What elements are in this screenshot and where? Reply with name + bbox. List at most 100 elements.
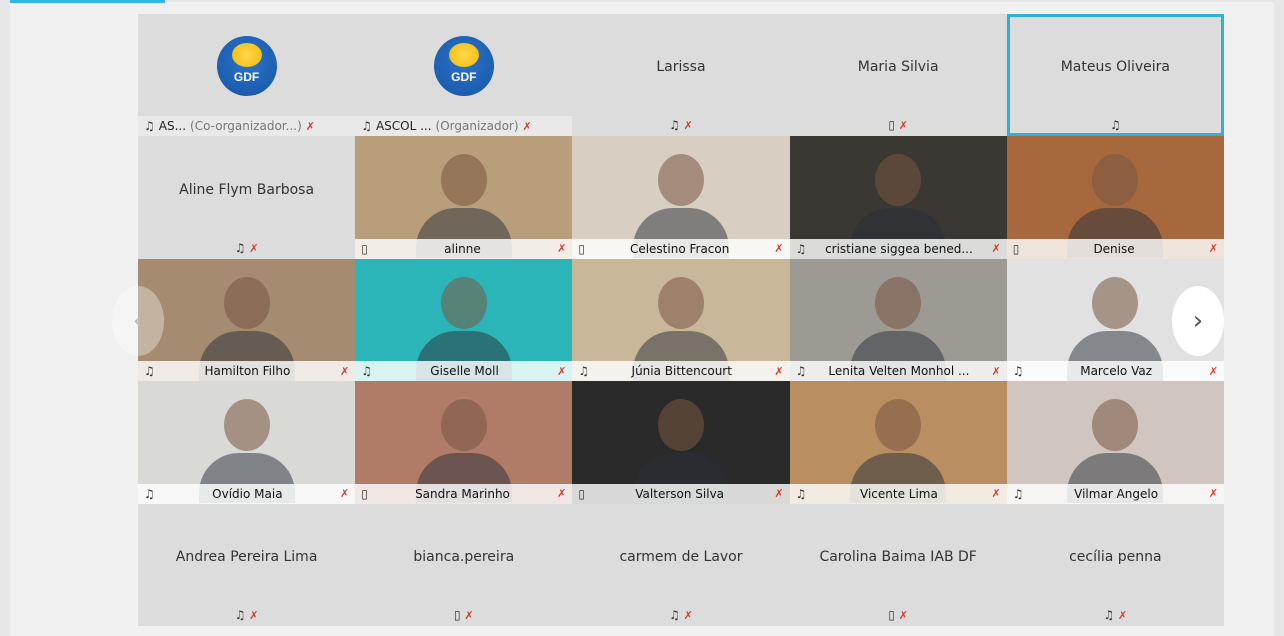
mic-muted-icon: ✗ <box>249 608 259 622</box>
participant-caption: ♫ cristiane siggea bened... ✗ <box>789 238 1007 259</box>
participant-tile[interactable]: ♫ Júnia Bittencourt ✗ <box>572 258 790 382</box>
participant-tile[interactable]: GDF ♫ AS... (Co-organizador...) ✗ <box>138 14 356 137</box>
participant-tile[interactable]: ♫ Vicente Lima ✗ <box>789 381 1007 504</box>
mic-muted-icon: ✗ <box>898 119 908 133</box>
tree-emblem <box>448 43 479 67</box>
participant-tile[interactable]: ♫ Lenita Velten Monhol ... ✗ <box>789 258 1007 382</box>
participant-name: bianca.pereira <box>413 548 515 565</box>
participant-name: Andrea Pereira Lima <box>175 548 318 565</box>
person-head <box>1092 399 1139 452</box>
participant-name: Marcelo Vaz <box>1080 364 1152 379</box>
chevron-left-icon: ‹ <box>132 306 144 336</box>
phone-icon: ▯ <box>361 486 368 501</box>
participant-tile[interactable]: Carolina Baima IAB DF ▯ ✗ <box>789 503 1007 626</box>
participant-name: Carolina Baima IAB DF <box>819 548 977 565</box>
headset-icon: ♫ <box>1012 486 1024 501</box>
participant-tile[interactable]: ♫ Hamilton Filho ✗ <box>138 258 356 382</box>
mic-muted-icon: ✗ <box>991 364 1001 378</box>
mic-muted-icon: ✗ <box>557 242 567 256</box>
gdf-logo: GDF <box>433 36 494 96</box>
headset-icon: ♫ <box>1012 364 1024 379</box>
participant-name: Giselle Moll <box>430 364 499 379</box>
participant-caption: ▯ Sandra Marinho ✗ <box>355 483 573 504</box>
mic-muted-icon: ✗ <box>249 241 259 255</box>
participant-name: Larissa <box>656 59 706 76</box>
window-right-border <box>1274 0 1284 636</box>
participant-tile[interactable]: ♫ Ovídio Maia ✗ <box>138 381 356 504</box>
person-head <box>440 154 487 207</box>
participant-tile[interactable]: cecília penna ♫ ✗ <box>1006 503 1224 626</box>
participant-name: cecília penna <box>1069 548 1162 565</box>
participant-name: Celestino Fracon <box>629 241 730 256</box>
window-left-border <box>0 0 10 636</box>
person-head <box>875 276 922 329</box>
person-head <box>1092 154 1139 207</box>
participant-grid: GDF ♫ AS... (Co-organizador...) ✗ GDF ♫ ASCOL .… <box>138 14 1224 626</box>
participant-tile[interactable]: ▯ Celestino Fracon ✗ <box>572 136 790 259</box>
participant-status-icons: ♫ ✗ <box>572 118 789 132</box>
phone-icon: ▯ <box>453 607 461 622</box>
headset-icon: ♫ <box>234 607 246 622</box>
participant-tile[interactable]: bianca.pereira ▯ ✗ <box>355 503 573 626</box>
participant-name: carmem de Lavor <box>619 548 743 565</box>
person-head <box>657 154 704 207</box>
participant-tile[interactable]: Mateus Oliveira ♫ <box>1006 14 1224 137</box>
participant-caption: ▯ Celestino Fracon ✗ <box>572 238 790 259</box>
person-head <box>657 276 704 329</box>
participant-tile[interactable]: ♫ Vilmar Angelo ✗ <box>1006 381 1224 504</box>
headset-icon: ♫ <box>144 119 155 134</box>
headset-icon: ♫ <box>578 364 590 379</box>
chevron-right-icon: › <box>1192 306 1204 336</box>
mic-muted-icon: ✗ <box>1118 608 1128 622</box>
person-head <box>657 399 704 452</box>
participant-tile[interactable]: ▯ Sandra Marinho ✗ <box>355 381 573 504</box>
mic-muted-icon: ✗ <box>774 487 784 501</box>
participant-caption: ♫ Marcelo Vaz ✗ <box>1006 361 1224 382</box>
participant-status-icons: ▯ ✗ <box>790 118 1007 132</box>
tree-emblem <box>231 43 262 67</box>
participant-status-icons: ▯ ✗ <box>790 608 1007 622</box>
participant-tile[interactable]: GDF ♫ ASCOL ... (Organizador) ✗ <box>355 14 573 137</box>
mic-muted-icon: ✗ <box>683 608 693 622</box>
headset-icon: ♫ <box>234 240 246 255</box>
participant-tile[interactable]: ♫ cristiane siggea bened... ✗ <box>789 136 1007 259</box>
phone-icon: ▯ <box>888 118 895 133</box>
mic-muted-icon: ✗ <box>557 487 567 501</box>
participant-caption: ♫ Hamilton Filho ✗ <box>138 361 356 382</box>
next-page-button[interactable]: › <box>1172 286 1224 356</box>
participant-tile[interactable]: ▯ alinne ✗ <box>355 136 573 259</box>
participant-caption: ▯ alinne ✗ <box>355 238 573 259</box>
participant-tile[interactable]: ♫ Giselle Moll ✗ <box>355 258 573 382</box>
mic-muted-icon: ✗ <box>305 119 315 133</box>
participant-name: Lenita Velten Monhol ... <box>828 364 970 379</box>
mic-muted-icon: ✗ <box>898 608 908 622</box>
headset-icon: ♫ <box>795 364 807 379</box>
mic-muted-icon: ✗ <box>339 364 350 378</box>
participant-name: alinne <box>444 241 481 256</box>
participant-caption: ♫ Júnia Bittencourt ✗ <box>572 361 790 382</box>
mic-muted-icon: ✗ <box>774 242 784 256</box>
person-head <box>223 399 270 452</box>
previous-page-button[interactable]: ‹ <box>112 286 164 356</box>
participant-tile[interactable]: carmem de Lavor ♫ ✗ <box>572 503 790 626</box>
participant-tile[interactable]: Aline Flym Barbosa ♫ ✗ <box>138 136 356 259</box>
participant-status-icons: ♫ ✗ <box>1007 608 1224 622</box>
mic-muted-icon: ✗ <box>1208 364 1218 378</box>
headset-icon: ♫ <box>144 486 155 501</box>
person-head <box>440 276 487 329</box>
participant-tile[interactable]: Maria Silvia ▯ ✗ <box>789 14 1007 137</box>
participant-status-icons: ♫ ✗ <box>572 608 789 622</box>
participant-name: Mateus Oliveira <box>1060 59 1170 76</box>
headset-icon: ♫ <box>669 607 680 622</box>
headset-icon: ♫ <box>669 118 680 133</box>
participant-caption: ♫ Lenita Velten Monhol ... ✗ <box>789 361 1007 382</box>
participant-name: cristiane siggea bened... <box>825 241 973 256</box>
participant-status-icons: ▯ ✗ <box>355 608 572 622</box>
headset-icon: ♫ <box>361 364 372 379</box>
participant-tile[interactable]: ▯ Denise ✗ <box>1006 136 1224 259</box>
participant-tile[interactable]: ▯ Valterson Silva ✗ <box>572 381 790 504</box>
participant-name: Valterson Silva <box>635 486 725 501</box>
participant-tile[interactable]: Andrea Pereira Lima ♫ ✗ <box>138 503 356 626</box>
phone-icon: ▯ <box>578 241 585 256</box>
participant-tile[interactable]: Larissa ♫ ✗ <box>572 14 790 137</box>
